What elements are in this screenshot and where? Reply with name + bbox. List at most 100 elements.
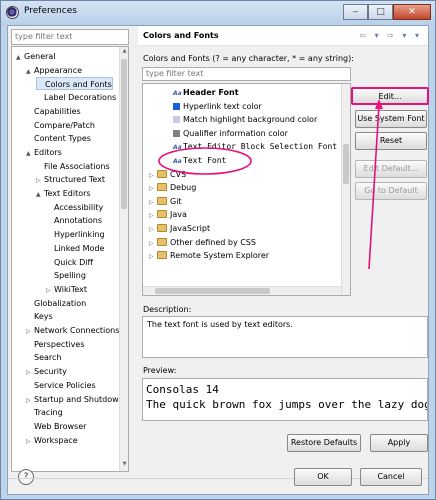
tree-item[interactable]: Perspectives xyxy=(26,338,85,351)
font-item-label: Java xyxy=(170,210,187,220)
font-item[interactable]: ▷ Java xyxy=(149,208,187,221)
tree-item[interactable]: Service Policies xyxy=(26,379,96,392)
tree-item[interactable]: Capabilities xyxy=(26,105,81,118)
fonts-hthumb[interactable] xyxy=(155,288,270,294)
tree-item[interactable]: ▲ Appearance xyxy=(26,64,82,77)
tree-item[interactable]: Compare/Patch xyxy=(26,119,95,132)
tree-item[interactable]: File Associations xyxy=(36,160,110,173)
tree-item[interactable]: Content Types xyxy=(26,132,91,145)
expand-icon[interactable]: ▷ xyxy=(149,250,157,263)
scroll-down-icon[interactable]: ▼ xyxy=(120,461,128,470)
tree-item[interactable]: Search xyxy=(26,351,61,364)
filter-label: Colors and Fonts (? = any character, * =… xyxy=(143,54,354,63)
tree-item[interactable]: Keys xyxy=(26,310,53,323)
tree-item[interactable]: ▲ Text Editors xyxy=(36,187,91,200)
tree-item[interactable]: Hyperlinking xyxy=(46,228,105,241)
tree-arrow-icon[interactable]: ▷ xyxy=(46,284,54,297)
fonts-vscrollbar[interactable] xyxy=(341,84,350,295)
font-item[interactable]: ▷ CVS xyxy=(149,168,186,181)
tree-item-label: Workspace xyxy=(34,435,78,445)
tree-item[interactable]: Spelling xyxy=(46,269,86,282)
preferences-tree: ▲ General ▲ Appearance Colors and Fonts Label… xyxy=(11,46,129,472)
tree-arrow-icon[interactable]: ▲ xyxy=(16,51,24,64)
font-item-label: Text Editor Block Selection Font xyxy=(183,142,338,152)
font-item[interactable]: ▷ JavaScript xyxy=(149,222,210,235)
tree-item[interactable]: ▲ Editors xyxy=(26,146,62,159)
expand-icon[interactable]: ▷ xyxy=(149,182,157,195)
tree-item[interactable]: ▷ Workspace xyxy=(26,434,78,447)
tree-item[interactable]: Annotations xyxy=(46,214,102,227)
tree-items: ▲ General ▲ Appearance Colors and Fonts Label… xyxy=(12,47,120,471)
font-item[interactable]: AaText Font xyxy=(173,154,226,167)
tree-item[interactable]: Web Browser xyxy=(26,420,86,433)
tree-item[interactable]: ▷ WikiText xyxy=(46,283,87,296)
tree-item[interactable]: Tracing xyxy=(26,406,63,419)
tree-arrow-icon[interactable]: ▲ xyxy=(26,65,34,78)
tree-arrow-icon[interactable]: ▷ xyxy=(26,435,34,448)
font-item[interactable]: ▷ Other defined by CSS xyxy=(149,236,256,249)
scroll-up-icon[interactable]: ▲ xyxy=(120,48,128,57)
scroll-thumb[interactable] xyxy=(121,59,127,209)
tree-arrow-icon[interactable]: ▷ xyxy=(36,174,44,187)
ok-button[interactable]: OK xyxy=(294,468,352,486)
reset-button[interactable]: Reset xyxy=(355,132,427,150)
expand-icon[interactable]: ▷ xyxy=(149,169,157,182)
tree-item[interactable]: Colors and Fonts xyxy=(36,77,113,91)
tree-item[interactable]: ▷ Structured Text xyxy=(36,173,105,186)
tree-item[interactable]: Accessibility xyxy=(46,201,103,214)
expand-icon[interactable]: ▷ xyxy=(149,209,157,222)
tree-item[interactable]: ▷ Network Connections xyxy=(26,324,119,337)
tree-item[interactable]: ▷ Startup and Shutdown xyxy=(26,393,120,406)
font-item[interactable]: Qualifier information color xyxy=(173,127,288,140)
expand-icon[interactable]: ▷ xyxy=(149,196,157,209)
apply-button[interactable]: Apply xyxy=(370,434,428,452)
tree-arrow-icon[interactable]: ▷ xyxy=(26,325,34,338)
nav-arrows-icon[interactable]: ⇦ ▾ ⇨ ▾ ▾ xyxy=(359,31,422,40)
tree-item[interactable]: ▲ General xyxy=(16,50,56,63)
maximize-button[interactable]: □ xyxy=(368,4,393,20)
edit-default-button[interactable]: Edit Default... xyxy=(355,160,427,178)
color-swatch-icon xyxy=(173,129,180,137)
tree-arrow-icon[interactable]: ▲ xyxy=(26,147,34,160)
font-item[interactable]: AaText Editor Block Selection Font xyxy=(173,140,337,153)
font-item-label: Other defined by CSS xyxy=(170,237,257,247)
tree-item[interactable]: ▷ Security xyxy=(26,365,67,378)
filter-input[interactable]: type filter text xyxy=(11,29,129,45)
go-to-default-button[interactable]: Go to Default xyxy=(355,182,427,200)
colors-filter-input[interactable]: type filter text xyxy=(142,67,351,81)
folder-icon xyxy=(157,251,167,260)
tree-item[interactable]: Quick Diff xyxy=(46,256,93,269)
cancel-button[interactable]: Cancel xyxy=(360,468,422,486)
tree-scrollbar[interactable]: ▲ ▼ xyxy=(119,47,128,471)
font-item[interactable]: AaHeader Font xyxy=(173,86,239,99)
tree-arrow-icon[interactable]: ▲ xyxy=(36,188,44,201)
font-item[interactable]: Match highlight background color xyxy=(173,113,317,126)
window-controls: ‒ □ ✕ xyxy=(343,4,431,20)
font-item-label: Qualifier information color xyxy=(183,128,288,138)
tree-item[interactable]: Linked Mode xyxy=(46,242,104,255)
tree-item[interactable]: Globalization xyxy=(26,297,86,310)
font-item[interactable]: Hyperlink text color xyxy=(173,100,262,113)
font-item[interactable]: ▷ Debug xyxy=(149,181,196,194)
tree-arrow-icon[interactable]: ▷ xyxy=(26,394,34,407)
font-icon: Aa xyxy=(173,158,182,165)
close-button[interactable]: ✕ xyxy=(393,4,431,20)
edit-button[interactable]: Edit... xyxy=(351,87,429,105)
font-item-label: CVS xyxy=(170,169,187,179)
expand-icon[interactable]: ▷ xyxy=(149,223,157,236)
folder-icon xyxy=(157,237,167,246)
minimize-button[interactable]: ‒ xyxy=(343,4,368,20)
fonts-hscrollbar[interactable] xyxy=(143,286,341,295)
tree-item-label: Search xyxy=(34,353,62,363)
font-item[interactable]: ▷ Remote System Explorer xyxy=(149,249,269,262)
tree-item[interactable]: Label Decorations xyxy=(36,91,116,104)
restore-defaults-button[interactable]: Restore Defaults xyxy=(287,434,361,452)
font-item[interactable]: ▷ Git xyxy=(149,195,182,208)
expand-icon[interactable]: ▷ xyxy=(149,237,157,250)
use-system-font-button[interactable]: Use System Font xyxy=(355,110,427,128)
fonts-vthumb[interactable] xyxy=(343,144,349,184)
tree-arrow-icon[interactable]: ▷ xyxy=(26,366,34,379)
page-header: Colors and Fonts ⇦ ▾ ⇨ ▾ ▾ xyxy=(138,26,428,46)
help-icon[interactable]: ? xyxy=(18,469,34,485)
tree-item-label: General xyxy=(24,52,56,61)
